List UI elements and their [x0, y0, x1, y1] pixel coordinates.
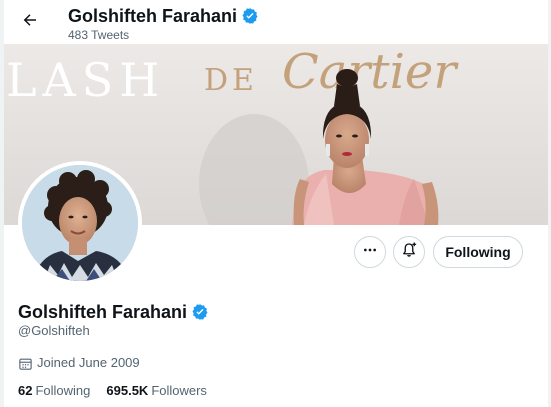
profile-handle: @Golshifteh [18, 323, 90, 338]
followers-label: Followers [151, 383, 207, 398]
avatar-photo [22, 165, 138, 281]
avatar[interactable] [18, 161, 142, 285]
notify-button[interactable] [393, 236, 425, 268]
more-button[interactable] [354, 236, 386, 268]
profile-name: Golshifteh Farahani [18, 302, 188, 322]
joined-text: Joined June 2009 [37, 355, 140, 370]
following-count: 62 [18, 383, 33, 398]
following-button[interactable]: Following [433, 236, 523, 268]
verified-badge-icon [191, 303, 209, 321]
tweets-count: 483 Tweets [68, 28, 130, 42]
profile-page: Golshifteh Farahani 483 Tweets LASH DE C… [0, 0, 551, 407]
followers-count: 695.5K [106, 383, 149, 398]
header-name-row: Golshifteh Farahani [68, 5, 259, 27]
banner-sign-de: DE [204, 63, 258, 98]
verified-badge-icon [241, 7, 259, 25]
profile-name-row: Golshifteh Farahani [18, 301, 209, 323]
bell-plus-icon [400, 241, 418, 264]
banner-sign-lash: LASH [6, 53, 165, 107]
stats-row: 62 Following 695.5K Followers [18, 383, 223, 399]
profile-header: Golshifteh Farahani 483 Tweets [4, 0, 548, 44]
header-text: Golshifteh Farahani 483 Tweets [68, 5, 259, 43]
followers-stat-link[interactable]: 695.5K Followers [106, 383, 207, 399]
following-stat-link[interactable]: 62 Following [18, 383, 90, 399]
calendar-icon [18, 356, 33, 371]
header-name: Golshifteh Farahani [68, 6, 238, 26]
back-button[interactable] [16, 8, 44, 36]
following-label: Following [35, 383, 91, 398]
arrow-left-icon [21, 11, 39, 34]
banner-sign-brand: Cartier [282, 44, 459, 100]
ellipsis-icon [362, 242, 378, 263]
joined-date: Joined June 2009 [18, 355, 140, 371]
